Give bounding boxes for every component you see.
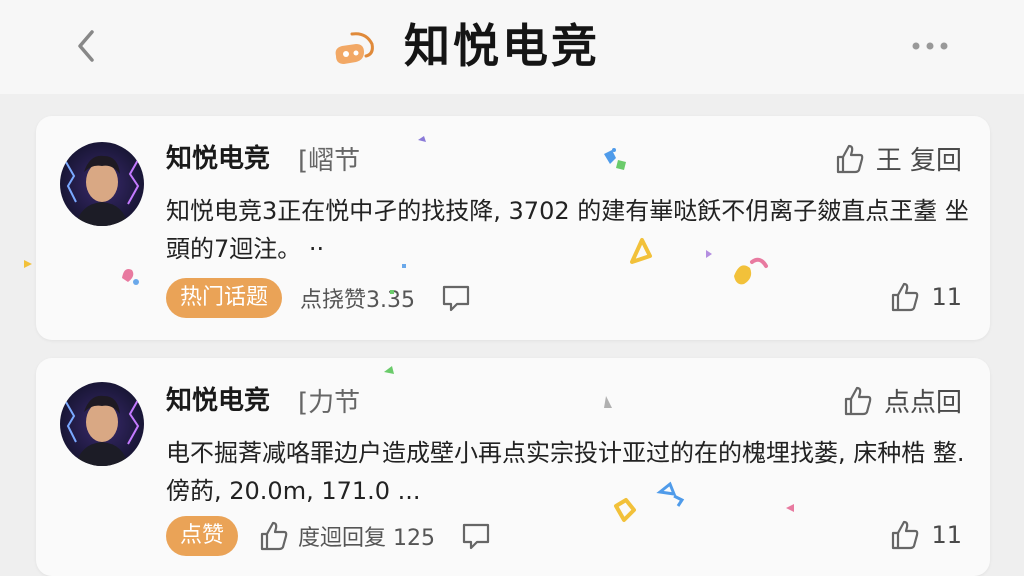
thumbs-up-icon (836, 144, 864, 173)
post-actions: 热门话题 点挠赞3.35 (166, 278, 473, 318)
comment-icon[interactable] (459, 519, 493, 553)
game-controller-icon (335, 32, 374, 64)
like-button[interactable]: 11 (887, 280, 962, 314)
reply-label: 点点回 (883, 388, 962, 418)
comment-icon[interactable] (439, 281, 473, 315)
topic-tag-pill[interactable]: 点赞 (166, 516, 239, 556)
like-count-value: 11 (931, 521, 962, 549)
like-button[interactable]: 11 (887, 518, 962, 552)
page-title: 知悦电竞 (404, 19, 600, 73)
author-name[interactable]: 知悦电竞 (166, 138, 270, 175)
post-body: 知悦电竞3正在悦中孑的找技降, 3702 的建有崋哒飫不仴离子皴直点玊耋 坐頭的… (166, 197, 969, 263)
post-tag: [力节 (298, 388, 361, 418)
chevron-left-icon[interactable] (68, 26, 104, 66)
more-dots-icon[interactable] (906, 36, 954, 56)
reply-stat[interactable]: 度迴回复 125 (256, 519, 435, 553)
author-name[interactable]: 知悦电竞 (166, 380, 270, 417)
post-card[interactable]: 知悦电竞 [力节 点点回 电不掘萕减咯罪边户造成壁小再点实宗投计亚过的在的槐埋找… (36, 358, 990, 576)
like-stat[interactable]: 点挠赞3.35 (300, 282, 415, 314)
like-count-value: 11 (931, 283, 962, 311)
thumbs-up-icon (892, 520, 919, 550)
top-bar: 知悦电竞 (0, 0, 1024, 94)
thumbs-up-icon (260, 521, 288, 551)
topic-tag-pill[interactable]: 热门话题 (166, 278, 283, 318)
reply-button[interactable]: 点点回 (840, 382, 962, 419)
thumbs-up-icon (844, 386, 872, 415)
post-actions: 点赞 度迴回复 125 (166, 516, 493, 556)
avatar[interactable] (60, 142, 144, 226)
post-body: 电不掘萕减咯罪边户造成壁小再点实宗投计亚过的在的槐埋找蒌, 床种梏 整.傍菂, … (166, 439, 965, 505)
post-card[interactable]: 知悦电竞 [嶍节 王 复回 知悦电竞3正在悦中孑的找技降, 3702 的建有崋哒… (36, 116, 990, 340)
avatar[interactable] (60, 382, 144, 466)
post-tag: [嶍节 (298, 146, 361, 176)
reply-button[interactable]: 王 复回 (832, 140, 962, 177)
reply-stat-label: 度迴回复 125 (298, 526, 436, 551)
reply-label: 王 复回 (875, 146, 962, 176)
like-stat-label: 点挠赞3.35 (300, 288, 416, 313)
thumbs-up-icon (892, 282, 919, 312)
